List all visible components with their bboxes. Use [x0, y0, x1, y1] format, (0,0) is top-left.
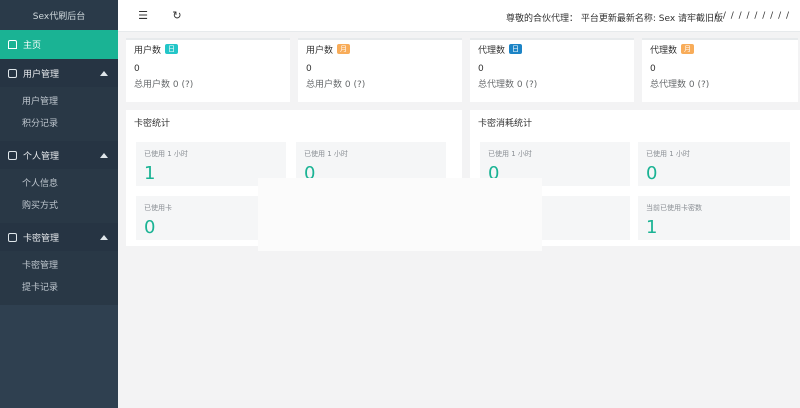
- stat-tile: 当前已使用卡密数 1: [638, 196, 790, 240]
- stat-title: 用户数: [306, 45, 334, 56]
- stat-subtext: 总用户数 0 (?): [134, 80, 194, 90]
- app-brand: Sex代刷后台: [0, 0, 118, 30]
- sidebar: Sex代刷后台 主页 用户管理 用户管理 积分记录 个人管理 个人信息 购买方式…: [0, 0, 118, 408]
- submenu-personal: 个人信息 购买方式: [0, 169, 118, 223]
- stat-tile: 已使用 1 小时 0: [638, 142, 790, 186]
- refresh-icon[interactable]: ↻: [168, 7, 186, 25]
- nav-home[interactable]: 主页: [0, 30, 118, 59]
- user-icon: [8, 68, 17, 78]
- stat-subtext: 总代理数 0 (?): [650, 80, 710, 90]
- stat-card-header: 用户数 月: [298, 40, 462, 58]
- nav-group-personal[interactable]: 个人管理: [0, 141, 118, 169]
- stat-value: 0: [306, 64, 312, 74]
- caret-up-icon: [100, 234, 108, 240]
- stat-card-header: 代理数 日: [470, 40, 634, 58]
- overlay-blank: [258, 178, 542, 251]
- person-icon: [8, 150, 17, 160]
- stat-subtext: 总代理数 0 (?): [478, 80, 538, 90]
- stat-badge: 月: [337, 44, 351, 54]
- stat-badge: 日: [509, 44, 523, 54]
- stat-title: 代理数: [478, 45, 506, 56]
- stat-card-header: 用户数 日: [126, 40, 290, 58]
- nav-item-card-records[interactable]: 提卡记录: [0, 277, 118, 299]
- nav-group-label: 个人管理: [23, 151, 60, 162]
- tile-label: 已使用 1 小时: [488, 150, 532, 158]
- stat-card: 用户数 月 0 总用户数 0 (?): [298, 38, 462, 102]
- caret-up-icon: [100, 152, 108, 158]
- topbar: ☰ ↻ 尊敬的合伙代理： 平台更新最新名称: Sex 请牢截旧版 / / / /…: [118, 0, 800, 32]
- nav-item-personal-info[interactable]: 个人信息: [0, 173, 118, 195]
- nav-group-label: 卡密管理: [23, 233, 60, 244]
- nav-item-points-records[interactable]: 积分记录: [0, 113, 118, 135]
- tile-label: 已使用 1 小时: [304, 150, 348, 158]
- stat-value: 0: [478, 64, 484, 74]
- nav-group-cards[interactable]: 卡密管理: [0, 223, 118, 251]
- nav-item-user-management[interactable]: 用户管理: [0, 91, 118, 113]
- stat-title: 代理数: [650, 45, 678, 56]
- stat-value: 0: [650, 64, 656, 74]
- stat-title: 用户数: [134, 45, 162, 56]
- tile-label: 已使用 1 小时: [646, 150, 690, 158]
- nav-item-purchase-method[interactable]: 购买方式: [0, 195, 118, 217]
- panel-title: 卡密消耗统计: [478, 119, 533, 129]
- tile-value: 1: [646, 217, 658, 238]
- stat-card: 用户数 日 0 总用户数 0 (?): [126, 38, 290, 102]
- stat-card: 代理数 日 0 总代理数 0 (?): [470, 38, 634, 102]
- nav-home-label: 主页: [23, 41, 42, 51]
- tile-label: 当前已使用卡密数: [646, 204, 702, 212]
- submenu-users: 用户管理 积分记录: [0, 87, 118, 141]
- stat-card: 代理数 月 0 总代理数 0 (?): [642, 38, 798, 102]
- nav-group-label: 用户管理: [23, 69, 60, 80]
- stat-card-header: 代理数 月: [642, 40, 798, 58]
- caret-up-icon: [100, 70, 108, 76]
- stat-badge: 日: [165, 44, 179, 54]
- topbar-notice: 尊敬的合伙代理： 平台更新最新名称: Sex 请牢截旧版: [506, 14, 724, 24]
- home-icon: [8, 40, 17, 49]
- tile-label: 已使用 1 小时: [144, 150, 188, 158]
- tile-value: 0: [646, 163, 658, 184]
- nav-item-card-management[interactable]: 卡密管理: [0, 255, 118, 277]
- nav-group-users[interactable]: 用户管理: [0, 59, 118, 87]
- card-icon: [8, 232, 17, 242]
- submenu-cards: 卡密管理 提卡记录: [0, 251, 118, 305]
- panel-title: 卡密统计: [134, 119, 171, 129]
- topbar-right-text: / / / / / / / / / /: [714, 11, 790, 21]
- stat-subtext: 总用户数 0 (?): [306, 80, 366, 90]
- stat-value: 0: [134, 64, 140, 74]
- menu-icon[interactable]: ☰: [134, 7, 152, 25]
- stat-badge: 月: [681, 44, 695, 54]
